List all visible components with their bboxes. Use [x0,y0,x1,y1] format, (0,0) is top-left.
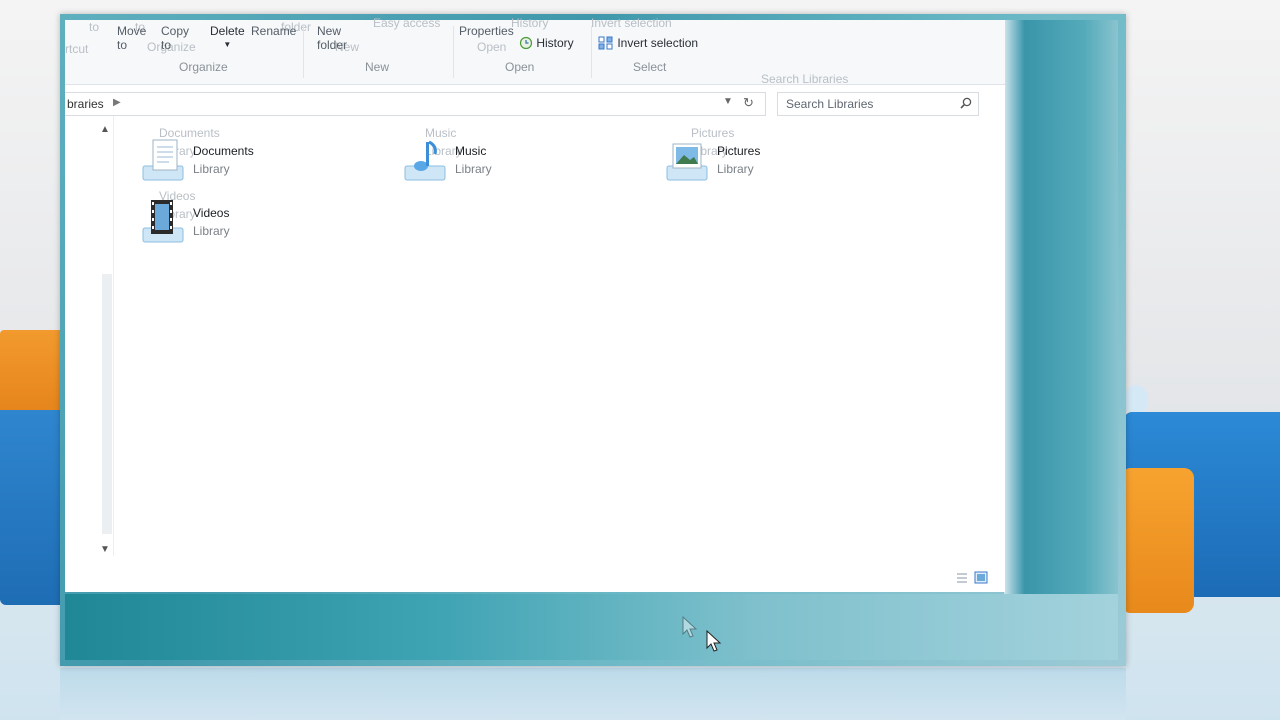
ghost-easy-access: Easy access [373,16,441,30]
group-organize: Organize [179,60,228,74]
delete-button[interactable]: Delete ▼ [210,24,245,52]
invert-selection-button[interactable]: Invert selection [598,36,698,50]
chevron-down-icon[interactable]: ▼ [100,544,110,555]
address-path: braries [67,97,104,111]
mouse-cursor-ghost-icon [682,616,698,638]
library-music[interactable]: Music Library [399,136,619,196]
search-input[interactable] [784,96,958,112]
ghost-history: History [511,16,549,30]
view-mode-toggle[interactable] [949,568,989,586]
window-bottom-glass [65,594,1118,660]
delete-label: Delete [210,24,245,38]
ghost-invert-selection: Invert selection [591,16,672,30]
copy-to-label: Copy to [161,24,190,52]
chevron-down-icon[interactable]: ▼ [723,96,733,107]
floor-reflection [60,668,1126,720]
explorer-window: rtcut to to folder Easy access History I… [60,14,1126,666]
copy-to-button[interactable]: Copy to [161,24,201,52]
properties-label: Properties [459,24,514,38]
library-type: Library [193,162,230,176]
properties-button[interactable]: Properties [459,24,514,38]
library-name: Music [455,144,487,158]
address-bar[interactable]: braries ▶ ▼ ↻ [65,92,766,116]
ribbon: rtcut to to folder Easy access History I… [65,16,1005,85]
ribbon-separator [591,26,592,78]
ribbon-separator [303,26,304,78]
explorer-content: rtcut to to folder Easy access History I… [65,16,1005,592]
search-icon[interactable] [960,97,972,109]
documents-library-icon [142,139,184,181]
new-folder-label: New folder [317,24,348,52]
large-icons-view-icon[interactable] [974,571,988,584]
scroll-thumb[interactable] [102,274,112,534]
library-name: Documents [193,144,254,158]
rename-label: Rename [251,24,297,38]
library-name: Videos [193,206,230,220]
chevron-up-icon[interactable]: ▲ [100,124,110,135]
library-videos[interactable]: Videos Library [137,198,357,258]
library-pictures[interactable]: Pictures Library [661,136,881,196]
move-to-button[interactable]: Move to [117,24,157,52]
background-orange-cushion-left [0,330,62,420]
ghost-open: Open [477,40,507,54]
history-label: History [536,36,574,50]
background-glow [1124,385,1148,415]
ribbon-separator [453,26,454,78]
rename-button[interactable]: Rename [251,24,296,38]
chevron-down-icon: ▼ [223,40,232,49]
library-type: Library [455,162,492,176]
music-library-icon [404,140,446,181]
group-new: New [365,60,390,74]
group-select: Select [633,60,667,74]
chevron-right-icon[interactable]: ▶ [113,97,121,108]
move-to-label: Move to [117,24,147,52]
invert-selection-icon [598,36,613,50]
pictures-library-icon [666,143,708,181]
invert-selection-label: Invert selection [617,36,699,50]
library-name: Pictures [717,144,761,158]
ghost-to-label: to [89,20,100,34]
history-icon [519,36,533,50]
refresh-icon[interactable]: ↻ [743,95,754,111]
background-blue-sofa-left [0,410,62,605]
history-button[interactable]: History [519,36,574,50]
videos-library-icon [142,200,184,243]
background-orange-cushion-right [1124,468,1194,613]
window-side-glass [1004,20,1118,594]
nav-scrollbar[interactable]: ▲ ▼ [100,124,114,555]
library-type: Library [193,224,230,238]
mouse-cursor-icon [706,630,722,652]
library-type: Library [717,162,754,176]
new-folder-button[interactable]: New folder [317,24,357,52]
details-view-icon[interactable] [957,573,967,583]
ghost-search: Search Libraries [761,72,849,86]
navigation-pane: ▲ ▼ [65,116,114,556]
search-box[interactable] [777,92,979,116]
group-open: Open [505,60,535,74]
library-documents[interactable]: Documents Library [137,136,357,196]
ghost-shortcut-label: rtcut [65,42,89,56]
